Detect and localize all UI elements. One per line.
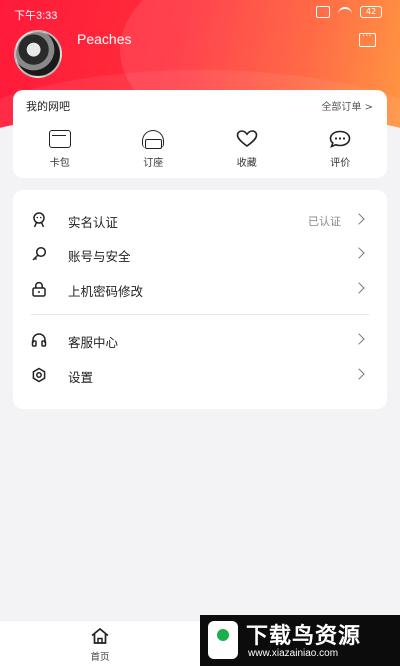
status-time: 下午3:33 (14, 10, 58, 22)
menu-item-settings[interactable]: 设置 (13, 358, 387, 392)
menu-item-label: 实名认证 (68, 215, 119, 230)
order-item-reviews[interactable]: 评价 (294, 130, 388, 169)
menu-item-label: 账号与安全 (68, 249, 131, 264)
menu-item-customer-service[interactable]: 客服中心 (13, 323, 387, 357)
avatar[interactable] (14, 30, 62, 78)
settings-icon (31, 367, 47, 383)
order-item-label: 订座 (143, 158, 164, 169)
menu-item-label: 客服中心 (68, 335, 119, 350)
all-orders-link[interactable]: 全部订单 > (321, 98, 373, 113)
chat-icon (329, 130, 351, 148)
order-item-label: 评价 (330, 158, 351, 169)
status-bar: 下午3:33 42 (0, 0, 400, 28)
chevron-right-icon (353, 247, 365, 259)
heart-icon (236, 130, 258, 148)
watermark-url: www.xiazainiao.com (248, 648, 339, 659)
battery-icon: 42 (360, 6, 382, 18)
menu-item-password[interactable]: 上机密码修改 (13, 272, 387, 306)
watermark: 下载鸟资源 www.xiazainiao.com (200, 615, 400, 666)
menu-item-account-security[interactable]: 账号与安全 (13, 237, 387, 271)
menu-divider (31, 314, 369, 315)
orders-card: 我的网吧 全部订单 > 卡包 订座 收藏 评价 (13, 90, 387, 178)
order-item-label: 收藏 (236, 158, 257, 169)
wallet-icon (48, 130, 71, 148)
message-icon[interactable] (359, 31, 376, 47)
wifi-icon (338, 7, 352, 17)
username[interactable]: Peaches (77, 31, 131, 47)
order-item-booking[interactable]: 订座 (107, 130, 201, 169)
menu-item-label: 设置 (68, 370, 94, 385)
orders-title: 我的网吧 (26, 100, 70, 113)
watermark-title: 下载鸟资源 (246, 624, 362, 649)
menu-item-label: 上机密码修改 (68, 284, 144, 299)
order-item-label: 卡包 (49, 158, 70, 169)
home-icon (90, 627, 110, 645)
chevron-right-icon (353, 282, 365, 294)
notification-icon (316, 6, 330, 18)
lock-icon (31, 281, 47, 297)
chevron-right-icon (353, 333, 365, 345)
menu-item-real-name[interactable]: 实名认证 已认证 (13, 203, 387, 237)
tab-home-label: 首页 (90, 652, 110, 663)
id-badge-icon (31, 212, 47, 228)
key-icon (31, 246, 47, 262)
chevron-right-icon (353, 368, 365, 380)
headphones-icon (31, 332, 47, 348)
verified-status: 已认证 (308, 215, 341, 228)
headset-icon (142, 130, 165, 149)
settings-menu-card: 实名认证 已认证 账号与安全 上机密码修改 客服中心 设置 (13, 190, 387, 409)
chevron-right-icon (353, 213, 365, 225)
order-item-wallet[interactable]: 卡包 (13, 130, 107, 169)
order-item-favorites[interactable]: 收藏 (200, 130, 294, 169)
watermark-logo-icon (208, 621, 238, 659)
tab-home[interactable]: 首页 (80, 627, 120, 663)
